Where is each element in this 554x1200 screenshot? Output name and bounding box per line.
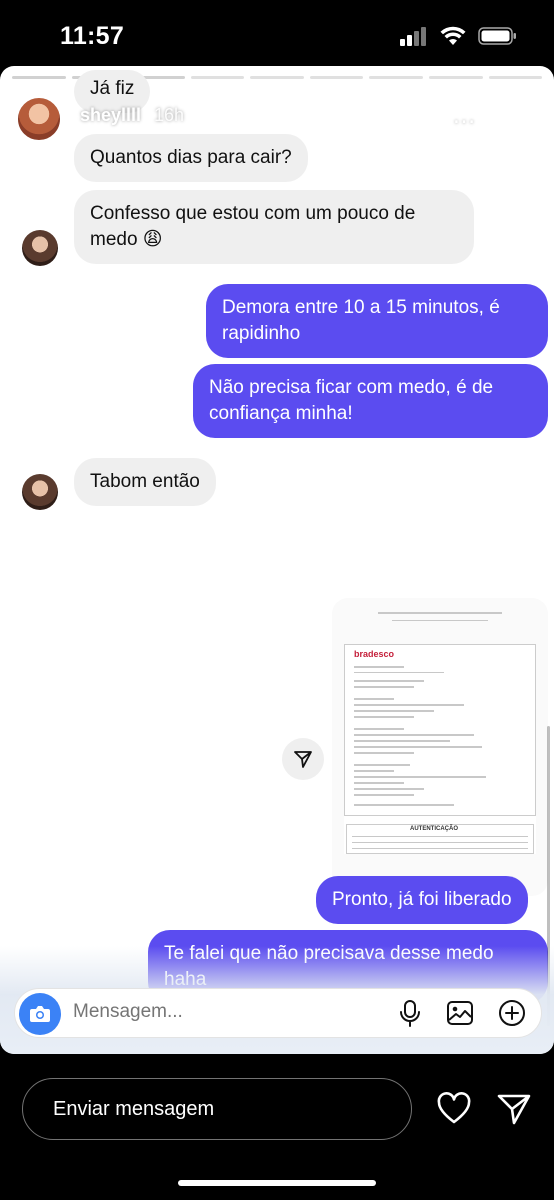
progress-segment: [428, 76, 483, 79]
story-username[interactable]: sheyllll: [80, 105, 141, 126]
story-viewer[interactable]: Já fiz Quantos dias para cair? Confesso …: [0, 66, 554, 1054]
more-options-icon[interactable]: …: [452, 102, 478, 130]
gallery-icon[interactable]: [445, 998, 475, 1028]
battery-icon: [478, 27, 516, 45]
progress-segment: [488, 76, 543, 79]
message-bubble-outgoing: Não precisa ficar com medo, é de confian…: [193, 364, 548, 438]
bradesco-logo: bradesco: [354, 649, 395, 659]
send-icon: [294, 751, 312, 768]
story-header: sheyllll 16h …: [16, 90, 538, 142]
send-icon[interactable]: [496, 1092, 532, 1126]
contact-avatar: [22, 230, 58, 266]
heart-icon[interactable]: [436, 1092, 472, 1126]
wifi-icon: [440, 26, 466, 45]
story-timestamp: 16h: [154, 105, 185, 125]
receipt-footer: AUTENTICAÇÃO: [410, 826, 458, 832]
close-icon[interactable]: [496, 100, 530, 134]
microphone-icon[interactable]: [395, 998, 425, 1028]
message-composer[interactable]: [14, 988, 542, 1038]
camera-button[interactable]: [19, 993, 61, 1035]
signal-icon: [400, 27, 426, 46]
message-bubble-incoming: Quantos dias para cair?: [74, 134, 308, 182]
shared-receipt-image[interactable]: bradesco AUTENTICAÇÃO: [332, 598, 548, 896]
message-bubble-incoming: Confesso que estou com um pouco de medo …: [74, 190, 474, 264]
progress-segment: [190, 76, 245, 79]
status-icons: [400, 26, 518, 46]
receipt-document: bradesco AUTENTICAÇÃO: [344, 644, 536, 854]
progress-segment: [250, 76, 304, 79]
progress-segment: [309, 76, 364, 79]
message-input[interactable]: [73, 1001, 323, 1023]
status-bar: 11:57: [0, 0, 554, 70]
add-icon[interactable]: [497, 998, 527, 1028]
contact-avatar: [22, 474, 58, 510]
clock: 11:57: [60, 22, 125, 50]
reply-input[interactable]: Enviar mensagem: [22, 1078, 412, 1140]
share-button[interactable]: [282, 738, 324, 780]
camera-icon: [30, 1006, 50, 1022]
message-bubble-outgoing: Pronto, já foi liberado: [316, 876, 528, 924]
progress-segment: [12, 76, 66, 79]
message-bubble-outgoing: Demora entre 10 a 15 minutos, é rapidinh…: [206, 284, 548, 358]
reply-placeholder: Enviar mensagem: [53, 1098, 215, 1120]
story-user-avatar[interactable]: [16, 96, 62, 142]
progress-segment: [369, 76, 423, 79]
home-indicator: [178, 1180, 376, 1186]
message-bubble-incoming: Tabom então: [74, 458, 216, 506]
